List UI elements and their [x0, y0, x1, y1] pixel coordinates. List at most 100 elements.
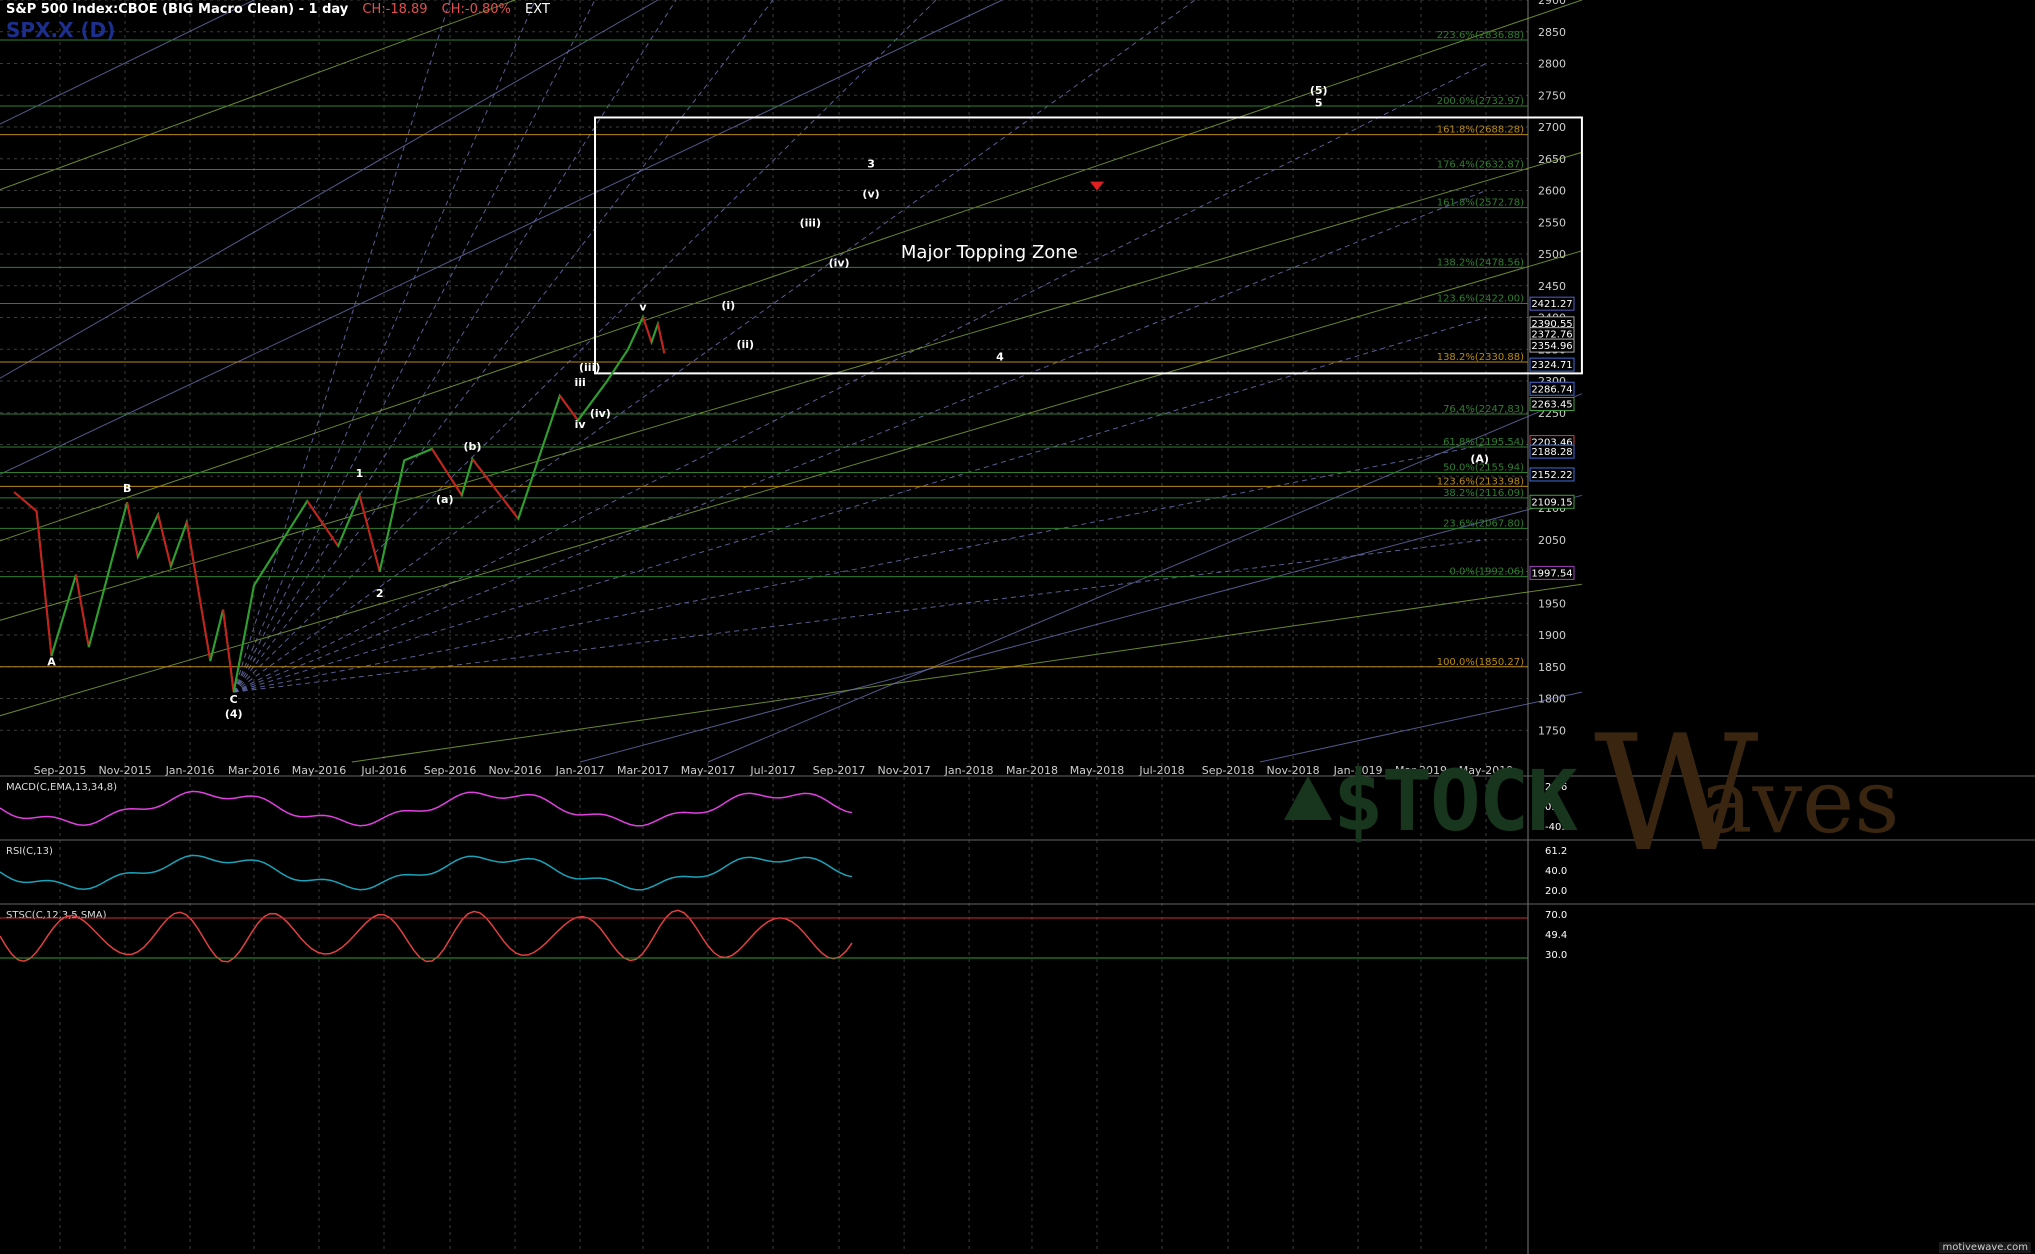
wave-annotation: (iv) — [829, 257, 850, 270]
wave-annotation: (A) — [1470, 452, 1489, 465]
wave-annotation: 1 — [356, 467, 364, 480]
fib-level-label: 138.2%(2330.88) — [1437, 352, 1524, 363]
x-tick-label: Nov-2017 — [878, 764, 931, 777]
y-tick-label: 2050 — [1538, 534, 1566, 547]
watermark-triangle-icon — [1284, 776, 1332, 820]
wave-annotation: C — [230, 693, 238, 706]
x-tick-label: May-2017 — [681, 764, 736, 777]
wave-annotation: A — [47, 655, 56, 668]
wave-annotation: 3 — [867, 158, 875, 171]
wave-annotation: 2 — [376, 587, 384, 600]
fib-level-label: 123.6%(2133.98) — [1437, 476, 1524, 487]
x-tick-label: May-2016 — [292, 764, 347, 777]
symbol-label: SPX.X (D) — [6, 18, 116, 42]
fib-level-label: 176.4%(2632.87) — [1437, 160, 1524, 171]
fib-level-label: 223.6%(2836.88) — [1437, 30, 1524, 41]
y-tick-label: 2850 — [1538, 26, 1566, 39]
indicator-label: MACD(C,EMA,13,34,8) — [6, 782, 117, 793]
wave-annotation: Major Topping Zone — [901, 242, 1078, 263]
fib-level-label: 61.8%(2195.54) — [1443, 437, 1524, 448]
indicator-tick-label: 70.0 — [1545, 910, 1567, 921]
chart: 1750180018501900195020002050210021502200… — [0, 0, 2035, 1254]
y-tick-label: 2500 — [1538, 248, 1566, 261]
watermark-aves: aves — [1700, 750, 1900, 853]
wave-annotation: 5 — [1315, 97, 1323, 110]
fib-level-label: 138.2%(2478.56) — [1437, 257, 1524, 268]
x-tick-label: Jan-2018 — [944, 764, 994, 777]
x-tick-label: Nov-2015 — [98, 764, 151, 777]
fib-level-label: 100.0%(1850.27) — [1437, 657, 1524, 668]
x-tick-label: Sep-2016 — [424, 764, 477, 777]
price-marker-label: 2109.15 — [1531, 497, 1572, 508]
x-tick-label: Jan-2017 — [555, 764, 605, 777]
x-tick-label: Sep-2015 — [34, 764, 87, 777]
wave-annotation: (a) — [436, 493, 453, 506]
price-marker-label: 2263.45 — [1531, 399, 1572, 410]
fib-level-label: 123.6%(2422.00) — [1437, 294, 1524, 305]
wave-annotation: iii — [574, 376, 585, 389]
wave-annotation: (iii) — [800, 217, 821, 230]
indicator-label: STSC(C,12,3,5,SMA) — [6, 910, 107, 921]
footer-brand[interactable]: motivewave.com — [1939, 1242, 2031, 1253]
x-tick-label: May-2018 — [1070, 764, 1125, 777]
wave-annotation: (v) — [862, 187, 879, 200]
x-tick-label: Mar-2017 — [617, 764, 669, 777]
price-marker-label: 1997.54 — [1531, 568, 1572, 579]
change-percent: CH:-0.80% — [441, 2, 511, 17]
change-points: CH:-18.89 — [362, 2, 428, 17]
x-tick-label: Jul-2018 — [1138, 764, 1184, 777]
price-marker-label: 2188.28 — [1531, 447, 1572, 458]
fib-level-label: 23.6%(2067.80) — [1443, 518, 1524, 529]
y-tick-label: 2800 — [1538, 58, 1566, 71]
x-tick-label: Mar-2018 — [1006, 764, 1058, 777]
wave-annotation: B — [123, 482, 131, 495]
wave-annotation: (5) — [1310, 84, 1328, 97]
y-tick-label: 2700 — [1538, 121, 1566, 134]
fib-level-label: 38.2%(2116.09) — [1443, 488, 1524, 499]
wave-annotation: (4) — [225, 708, 243, 721]
y-tick-label: 2750 — [1538, 89, 1566, 102]
x-tick-label: Jul-2016 — [360, 764, 406, 777]
wave-annotation: (ii) — [736, 338, 754, 351]
y-tick-label: 1750 — [1538, 724, 1566, 737]
wave-annotation: v — [639, 301, 647, 314]
watermark-stock: $TOCK — [1333, 752, 1578, 850]
fib-level-label: 161.8%(2572.78) — [1437, 198, 1524, 209]
x-tick-label: Nov-2016 — [489, 764, 542, 777]
price-marker-label: 2286.74 — [1531, 384, 1572, 395]
indicator-tick-label: 30.0 — [1545, 950, 1567, 961]
y-tick-label: 2600 — [1538, 185, 1566, 198]
x-tick-label: Sep-2018 — [1202, 764, 1255, 777]
y-tick-label: 1950 — [1538, 597, 1566, 610]
fib-level-label: 0.0%(1992.06) — [1449, 567, 1524, 578]
x-tick-label: Jan-2016 — [165, 764, 215, 777]
x-tick-label: Mar-2016 — [228, 764, 280, 777]
indicator-tick-label: 49.4 — [1545, 930, 1567, 941]
price-marker-label: 2421.27 — [1531, 299, 1572, 310]
indicator-tick-label: 20.0 — [1545, 886, 1567, 897]
wave-annotation: (i) — [721, 299, 735, 312]
wave-annotation: iv — [575, 418, 587, 431]
y-tick-label: 2550 — [1538, 216, 1566, 229]
price-marker-label: 2152.22 — [1531, 470, 1572, 481]
wave-annotation: (iv) — [590, 407, 611, 420]
fib-level-label: 161.8%(2688.28) — [1437, 125, 1524, 136]
price-marker-label: 2324.71 — [1531, 360, 1572, 371]
x-tick-label: Jul-2017 — [749, 764, 795, 777]
fib-level-label: 76.4%(2247.83) — [1443, 404, 1524, 415]
y-tick-label: 1900 — [1538, 629, 1566, 642]
y-tick-label: 2450 — [1538, 280, 1566, 293]
chart-header: S&P 500 Index:CBOE (BIG Macro Clean) - 1… — [6, 2, 550, 17]
price-marker-label: 2354.96 — [1531, 341, 1572, 352]
y-tick-label: 1850 — [1538, 661, 1566, 674]
indicator-tick-label: 40.0 — [1545, 866, 1567, 877]
ext-badge: EXT — [525, 2, 550, 17]
wave-annotation: (iii) — [579, 361, 600, 374]
wave-annotation: 4 — [996, 351, 1004, 364]
y-tick-label: 2900 — [1538, 0, 1566, 7]
chart-background — [0, 0, 2035, 1254]
indicator-label: RSI(C,13) — [6, 846, 53, 857]
chart-title: S&P 500 Index:CBOE (BIG Macro Clean) - 1… — [6, 2, 349, 17]
wave-annotation: (b) — [463, 440, 481, 453]
fib-level-label: 200.0%(2732.97) — [1437, 96, 1524, 107]
